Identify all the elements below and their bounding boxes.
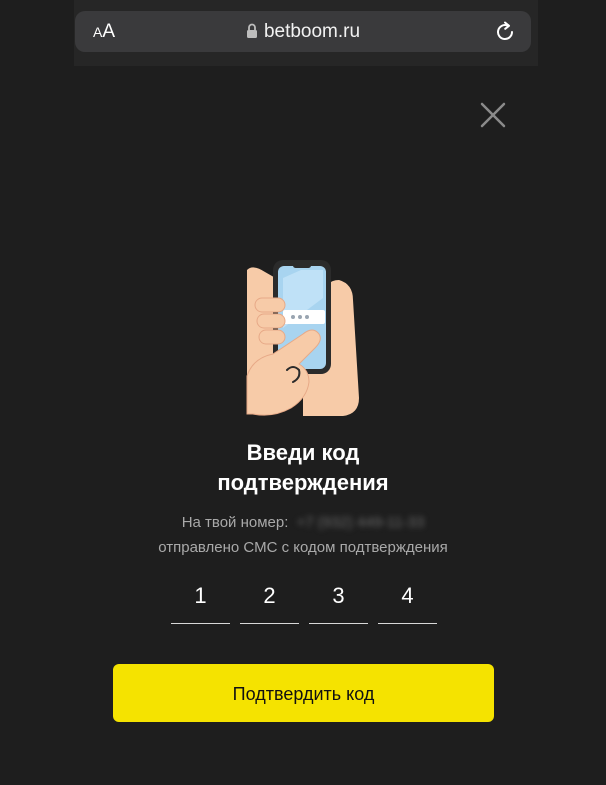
title-line-2: подтверждения: [217, 470, 389, 495]
code-input-group: 1 2 3 4: [171, 578, 437, 628]
lock-icon: [246, 23, 258, 45]
phone-number: +7 (932) 449-11-33: [296, 514, 425, 531]
subtitle-line-2: отправлено СМС с кодом подтверждения: [158, 539, 448, 556]
subtitle-prefix: На твой номер:: [181, 514, 289, 531]
page-title: Введи код подтверждения: [0, 438, 606, 498]
code-digit-2[interactable]: 2: [240, 578, 299, 624]
reload-icon[interactable]: [493, 20, 517, 44]
browser-toolbar: AA betboom.ru: [0, 0, 606, 66]
code-digit-1[interactable]: 1: [171, 578, 230, 624]
url-display[interactable]: betboom.ru: [75, 21, 531, 45]
page: AA betboom.ru Введи код подтверждения На…: [0, 0, 606, 785]
address-bar[interactable]: AA betboom.ru: [75, 11, 531, 52]
code-digit-4[interactable]: 4: [378, 578, 437, 624]
confirm-code-button[interactable]: Подтвердить код: [113, 664, 494, 722]
title-line-1: Введи код: [246, 440, 360, 465]
close-icon[interactable]: [478, 100, 508, 130]
hand-holding-phone-illustration: [243, 258, 363, 420]
subtitle-line-1: На твой номер: +7 (932) 449-11-33: [0, 510, 606, 535]
sms-info-text: На твой номер: +7 (932) 449-11-33 отправ…: [0, 510, 606, 560]
url-text: betboom.ru: [263, 21, 361, 42]
code-digit-3[interactable]: 3: [309, 578, 368, 624]
